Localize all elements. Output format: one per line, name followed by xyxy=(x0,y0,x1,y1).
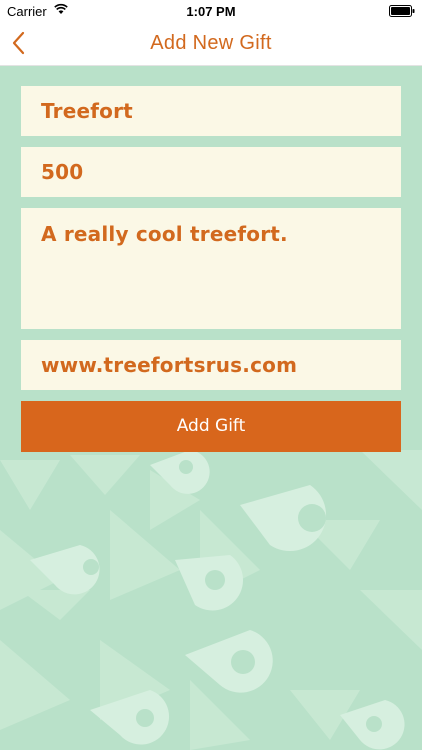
gift-url-field[interactable]: www.treefortsrus.com xyxy=(21,340,401,390)
page-title: Add New Gift xyxy=(150,32,272,54)
gift-description-field[interactable]: A really cool treefort. xyxy=(21,208,401,329)
background-pattern xyxy=(0,450,422,750)
add-gift-button[interactable]: Add Gift xyxy=(21,401,401,452)
gift-price-field[interactable]: 500 xyxy=(21,147,401,197)
battery-icon xyxy=(389,5,415,17)
nav-bar: Add New Gift xyxy=(0,22,422,66)
status-bar: Carrier 1:07 PM xyxy=(0,0,422,22)
clock: 1:07 PM xyxy=(186,4,236,19)
gift-name-field[interactable]: Treefort xyxy=(21,86,401,136)
